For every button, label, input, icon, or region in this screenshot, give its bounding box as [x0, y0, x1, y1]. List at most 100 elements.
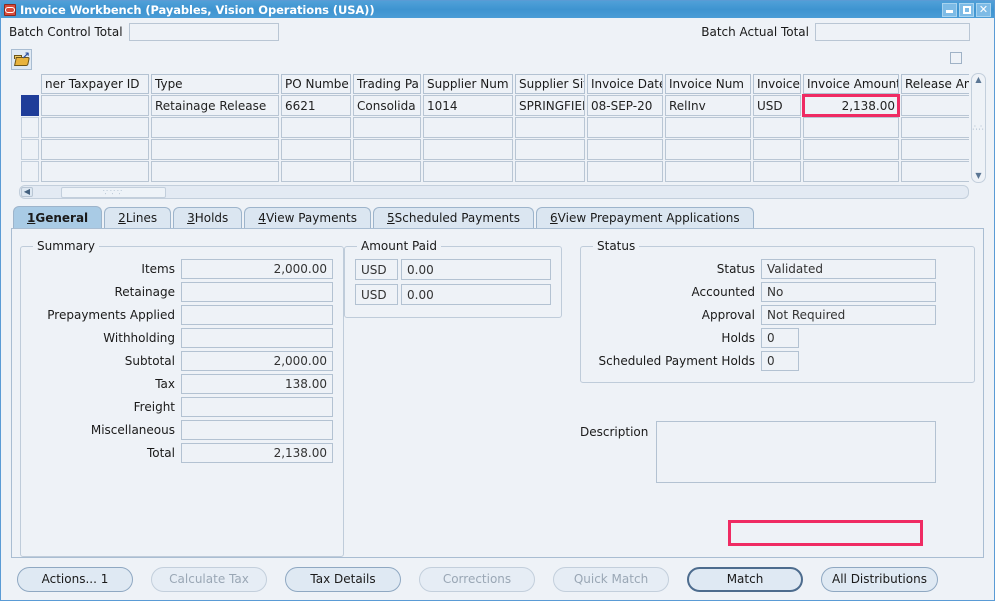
cell-empty[interactable]: [803, 161, 899, 182]
cell-empty[interactable]: [423, 139, 513, 160]
table-row[interactable]: Retainage Release 6621 Consolida 1014 SP…: [21, 94, 969, 117]
cell-empty[interactable]: [151, 139, 279, 160]
cell-supplier-site[interactable]: SPRINGFIELD: [515, 95, 585, 116]
cell-empty[interactable]: [41, 161, 149, 182]
cell-empty[interactable]: [901, 139, 969, 160]
value-approval[interactable]: Not Required: [761, 305, 936, 325]
minimize-icon[interactable]: [942, 2, 957, 17]
value-retainage[interactable]: [181, 282, 333, 302]
description-textarea[interactable]: [656, 421, 937, 483]
batch-actual-total-input[interactable]: [815, 23, 970, 41]
value-miscellaneous[interactable]: [181, 420, 333, 440]
cell-empty[interactable]: [515, 117, 585, 138]
maximize-icon[interactable]: [959, 2, 974, 17]
vscroll-grip[interactable]: ∴∴: [972, 124, 984, 133]
col-header-taxpayer-id[interactable]: ner Taxpayer ID: [41, 74, 149, 94]
tab-general[interactable]: 1 General: [13, 206, 103, 228]
cell-empty[interactable]: [423, 117, 513, 138]
col-header-type[interactable]: Type: [151, 74, 279, 94]
vscroll-track[interactable]: ∴∴: [972, 85, 985, 171]
col-header-invoice-currency[interactable]: Invoice: [753, 74, 801, 94]
calculate-tax-button[interactable]: Calculate Tax: [151, 566, 267, 592]
value-scheduled-payment-holds[interactable]: 0: [761, 351, 799, 371]
cell-release-amount[interactable]: [901, 95, 969, 116]
cell-empty[interactable]: [353, 139, 421, 160]
cell-empty[interactable]: [515, 161, 585, 182]
cell-empty[interactable]: [803, 117, 899, 138]
col-header-supplier-num[interactable]: Supplier Num: [423, 74, 513, 94]
tax-details-button[interactable]: Tax Details: [285, 566, 401, 592]
scroll-down-icon[interactable]: ▼: [973, 171, 984, 181]
col-header-invoice-amount[interactable]: Invoice Amount: [803, 74, 899, 94]
open-folder-icon[interactable]: ↗: [11, 49, 32, 70]
cell-empty[interactable]: [41, 117, 149, 138]
amount-paid-value-1[interactable]: 0.00: [401, 259, 551, 280]
row-selector[interactable]: [21, 139, 39, 160]
table-row[interactable]: [21, 139, 969, 160]
tab-scheduled-payments[interactable]: 5 Scheduled Payments: [373, 207, 535, 228]
tab-lines[interactable]: 2 Lines: [104, 207, 172, 228]
cell-type[interactable]: Retainage Release: [151, 95, 279, 116]
cell-supplier-num[interactable]: 1014: [423, 95, 513, 116]
cell-po-number[interactable]: 6621: [281, 95, 351, 116]
tab-view-prepayment-applications[interactable]: 6 View Prepayment Applications: [536, 207, 754, 228]
cell-empty[interactable]: [753, 117, 801, 138]
batch-control-total-input[interactable]: [128, 23, 279, 41]
cell-empty[interactable]: [901, 161, 969, 182]
corrections-button[interactable]: Corrections: [419, 566, 535, 592]
cell-empty[interactable]: [665, 117, 751, 138]
actions-button[interactable]: Actions... 1: [17, 566, 133, 592]
col-header-trading-partner[interactable]: Trading Pa: [353, 74, 421, 94]
table-row[interactable]: [21, 117, 969, 138]
cell-invoice-amount[interactable]: 2,138.00: [802, 94, 900, 117]
cell-empty[interactable]: [803, 139, 899, 160]
cell-empty[interactable]: [353, 161, 421, 182]
col-header-supplier-site[interactable]: Supplier Site: [515, 74, 585, 94]
all-distributions-button[interactable]: All Distributions: [821, 566, 938, 592]
value-prepayments-applied[interactable]: [181, 305, 333, 325]
col-header-po-number[interactable]: PO Numbe: [281, 74, 351, 94]
cell-empty[interactable]: [423, 161, 513, 182]
value-freight[interactable]: [181, 397, 333, 417]
cell-empty[interactable]: [587, 117, 663, 138]
value-withholding[interactable]: [181, 328, 333, 348]
row-selector-selected[interactable]: [21, 95, 39, 116]
cell-empty[interactable]: [281, 139, 351, 160]
amount-paid-currency-1[interactable]: USD: [355, 259, 398, 280]
cell-taxpayer-id[interactable]: [41, 95, 149, 116]
cell-empty[interactable]: [353, 117, 421, 138]
cell-empty[interactable]: [281, 161, 351, 182]
match-button[interactable]: Match: [687, 566, 803, 592]
cell-empty[interactable]: [753, 139, 801, 160]
grid-header-checkbox[interactable]: [950, 52, 962, 64]
cell-empty[interactable]: [281, 117, 351, 138]
row-selector[interactable]: [21, 161, 39, 182]
scroll-left-icon[interactable]: ◀: [21, 187, 33, 197]
cell-invoice-date[interactable]: 08-SEP-20: [587, 95, 663, 116]
table-row[interactable]: [21, 161, 969, 182]
cell-trading-partner[interactable]: Consolida: [353, 95, 421, 116]
cell-empty[interactable]: [753, 161, 801, 182]
cell-empty[interactable]: [151, 161, 279, 182]
cell-empty[interactable]: [515, 139, 585, 160]
col-header-release-amount[interactable]: Release Amo: [901, 74, 969, 94]
row-selector[interactable]: [21, 117, 39, 138]
quick-match-button[interactable]: Quick Match: [553, 566, 669, 592]
value-items[interactable]: 2,000.00: [181, 259, 333, 279]
cell-empty[interactable]: [665, 139, 751, 160]
grid-horizontal-scrollbar[interactable]: ◀ ∵∵∵: [19, 185, 969, 199]
amount-paid-value-2[interactable]: 0.00: [401, 284, 551, 305]
status-badge[interactable]: Validated: [761, 259, 936, 279]
cell-empty[interactable]: [587, 161, 663, 182]
amount-paid-currency-2[interactable]: USD: [355, 284, 398, 305]
tab-holds[interactable]: 3 Holds: [173, 207, 243, 228]
cell-empty[interactable]: [41, 139, 149, 160]
value-tax[interactable]: 138.00: [181, 374, 333, 394]
cell-empty[interactable]: [151, 117, 279, 138]
value-total[interactable]: 2,138.00: [181, 443, 333, 463]
cell-invoice-num[interactable]: RelInv: [665, 95, 751, 116]
scroll-up-icon[interactable]: ▲: [973, 75, 984, 85]
grid-vertical-scrollbar[interactable]: ▲ ∴∴ ▼: [971, 73, 986, 183]
close-icon[interactable]: ✕: [976, 2, 991, 17]
value-accounted[interactable]: No: [761, 282, 936, 302]
